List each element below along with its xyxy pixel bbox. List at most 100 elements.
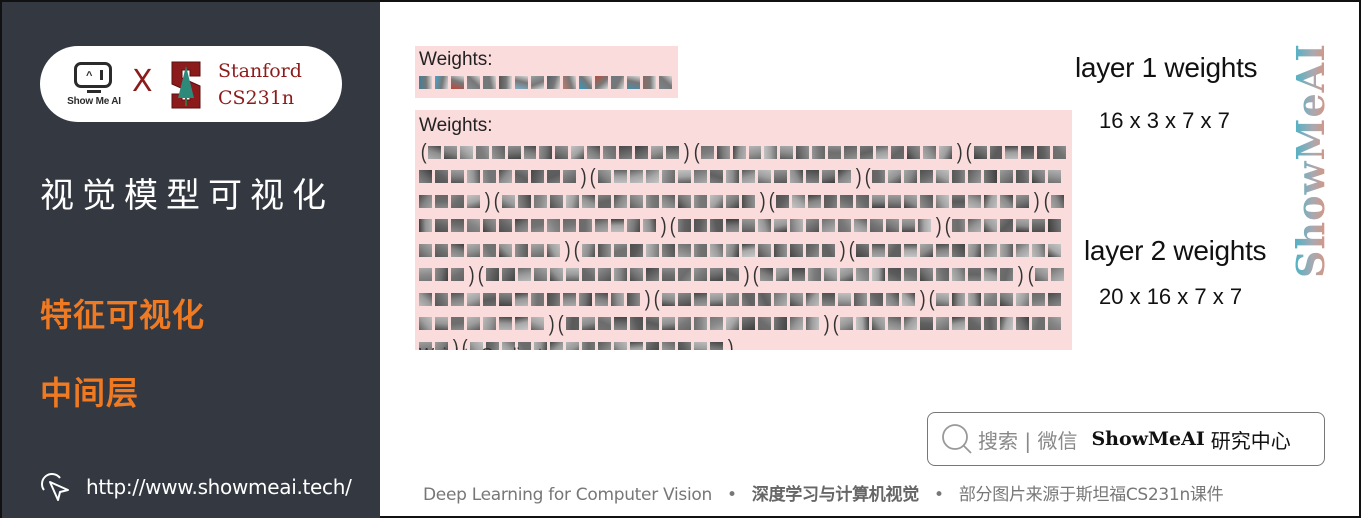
filter-thumbnail [789, 292, 803, 306]
filter-thumbnail [419, 292, 432, 306]
filter-thumbnail [507, 145, 521, 159]
filter-thumbnail [725, 317, 739, 331]
filter-thumbnail [419, 170, 432, 184]
filter-thumbnail [872, 243, 886, 257]
filter-thumbnail [539, 145, 553, 159]
filter-thumbnail [764, 145, 778, 159]
filter-thumbnail [1032, 170, 1046, 184]
filter-thumbnail [645, 170, 659, 184]
filter-thumbnail [789, 170, 803, 184]
website-url[interactable]: http://www.showmeai.tech/ [86, 475, 352, 499]
filter-thumbnail [1021, 145, 1035, 159]
filter-thumbnail [856, 243, 870, 257]
filter-thumbnail [597, 194, 611, 208]
filter-thumbnail [435, 170, 448, 184]
search-box[interactable]: 搜索 | 微信 ShowMeAI 研究中心 [927, 412, 1325, 466]
group-close-paren: ) [580, 163, 587, 189]
filter-thumbnail [661, 243, 675, 257]
filter-thumbnail [435, 292, 448, 306]
filter-thumbnail [984, 243, 998, 257]
filter-thumbnail [853, 292, 867, 306]
group-open-paren: ( [864, 163, 871, 189]
filter-thumbnail [581, 317, 595, 331]
filter-thumbnail [581, 194, 595, 208]
filter-thumbnail [555, 145, 569, 159]
filter-thumbnail [419, 243, 432, 257]
filter-thumbnail [920, 243, 934, 257]
group-open-paren: ( [494, 188, 500, 214]
filter-thumbnail [579, 76, 592, 89]
filter-thumbnail [725, 243, 739, 257]
filter-thumbnail [709, 292, 723, 306]
filter-thumbnail [824, 268, 838, 282]
filter-thumbnail [661, 170, 675, 184]
filter-thumbnail [1016, 243, 1030, 257]
group-open-paren: ( [654, 286, 660, 312]
filter-thumbnail [597, 341, 611, 350]
filter-thumbnail [837, 219, 851, 233]
filter-thumbnail [515, 292, 528, 306]
layer2-filter-grid: ()()()()()()()()()()()()()()()()()()()() [419, 140, 1069, 350]
group-close-paren: ) [1034, 188, 1040, 214]
filter-thumbnail [677, 243, 691, 257]
filter-thumbnail [613, 317, 627, 331]
filter-thumbnail [984, 219, 998, 233]
filter-thumbnail [565, 317, 579, 331]
filter-thumbnail [984, 170, 998, 184]
filter-thumbnail [451, 170, 464, 184]
nav-item-intermediate-layer[interactable]: 中间层 [40, 368, 139, 414]
filter-thumbnail [872, 317, 886, 331]
filter-thumbnail [533, 194, 547, 208]
filter-thumbnail [776, 194, 790, 208]
cross-symbol: X [132, 64, 153, 99]
group-close-paren: ) [564, 237, 571, 263]
filter-thumbnail [1053, 145, 1066, 159]
filter-thumbnail [563, 76, 576, 89]
filter-thumbnail [499, 243, 512, 257]
search-icon [942, 424, 972, 454]
filter-row: )()( [419, 287, 1069, 312]
filter-thumbnail [1000, 268, 1014, 282]
filter-thumbnail [872, 194, 886, 208]
filter-thumbnail [1050, 268, 1064, 282]
group-open-paren: ( [752, 261, 759, 287]
filter-thumbnail [1032, 219, 1046, 233]
filter-thumbnail [709, 219, 723, 233]
filter-thumbnail [968, 243, 982, 257]
filter-thumbnail [725, 219, 739, 233]
filter-thumbnail [419, 317, 432, 331]
group-close-paren: ) [548, 310, 555, 336]
layer1-title: layer 1 weights [1075, 52, 1258, 83]
stanford-name: Stanford [218, 60, 302, 82]
group-close-paren: ) [644, 286, 651, 312]
filter-thumbnail [693, 268, 707, 282]
filter-thumbnail [869, 219, 883, 233]
filter-thumbnail [613, 194, 627, 208]
nav-item-feature-visualization[interactable]: 特征可视化 [40, 290, 205, 336]
filter-thumbnail [483, 170, 496, 184]
filter-thumbnail [499, 219, 512, 233]
filter-thumbnail [467, 219, 480, 233]
filter-thumbnail [936, 170, 950, 184]
filter-thumbnail [428, 145, 442, 159]
monitor-icon: ^ [74, 62, 112, 88]
filter-thumbnail [859, 145, 873, 159]
filter-thumbnail [467, 170, 480, 184]
filter-thumbnail [547, 243, 560, 257]
filter-thumbnail [757, 292, 771, 306]
filter-thumbnail [693, 243, 707, 257]
filter-thumbnail [579, 292, 592, 306]
website-link[interactable]: http://www.showmeai.tech/ [38, 470, 352, 504]
filter-thumbnail [952, 194, 966, 208]
filter-thumbnail [952, 268, 966, 282]
filter-thumbnail [904, 170, 918, 184]
filter-thumbnail [968, 292, 982, 306]
group-close-paren: ) [743, 261, 750, 287]
filter-thumbnail [467, 292, 480, 306]
filter-thumbnail [460, 145, 473, 159]
filter-thumbnail [716, 145, 730, 159]
svg-text:ShowMeAI: ShowMeAI [1292, 44, 1332, 278]
filter-thumbnail [451, 292, 464, 306]
filter-thumbnail [984, 194, 998, 208]
layer1-filter-strip [419, 76, 672, 89]
